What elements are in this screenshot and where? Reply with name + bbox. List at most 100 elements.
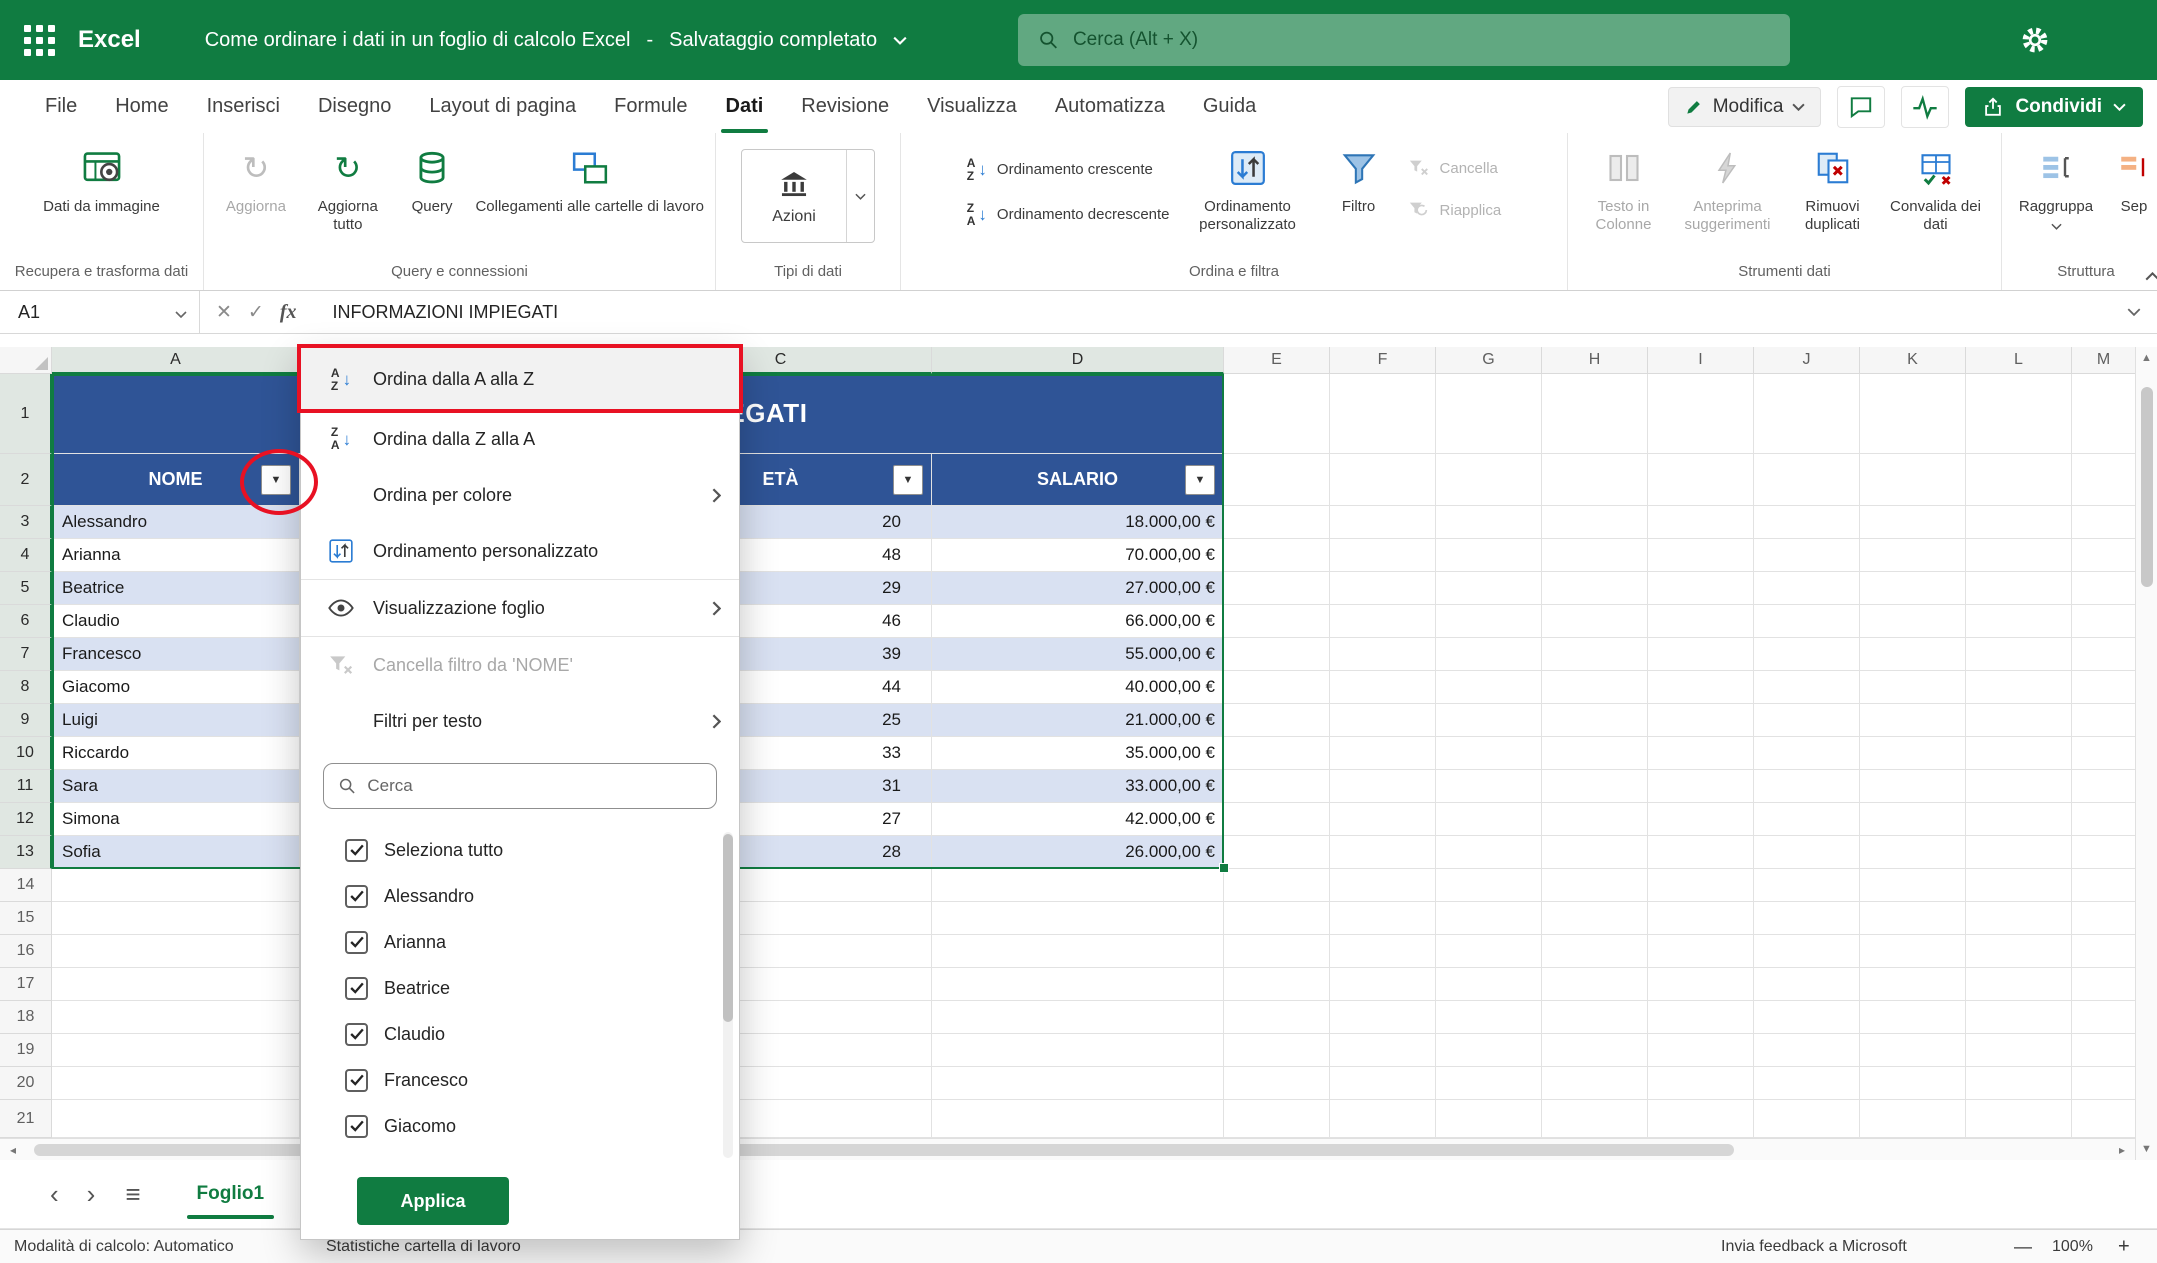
checkbox-alessandro[interactable]: Alessandro — [301, 873, 739, 919]
cell[interactable] — [52, 902, 300, 935]
cell-salario[interactable]: 33.000,00 € — [932, 770, 1224, 803]
scroll-left-icon[interactable]: ◂ — [0, 1143, 26, 1157]
empty-cells[interactable] — [1224, 902, 2135, 935]
row-header-4[interactable]: 4 — [0, 539, 52, 572]
cell[interactable] — [932, 935, 1224, 968]
convalida-dati-button[interactable]: Convalida dei dati — [1880, 139, 1992, 235]
settings-button[interactable] — [2014, 20, 2056, 60]
rimuovi-duplicati-button[interactable]: Rimuovi duplicati — [1786, 139, 1880, 235]
empty-cells[interactable] — [1224, 968, 2135, 1001]
empty-cells[interactable] — [1224, 803, 2135, 836]
cell[interactable] — [932, 1034, 1224, 1067]
empty-cells[interactable] — [1224, 836, 2135, 869]
filtro-button[interactable]: Filtro — [1318, 139, 1400, 218]
row-header-13[interactable]: 13 — [0, 836, 52, 869]
row-header-11[interactable]: 11 — [0, 770, 52, 803]
dati-da-immagine-button[interactable]: Dati da immagine — [27, 139, 177, 218]
app-launcher-button[interactable] — [0, 0, 78, 80]
prev-sheet-button[interactable]: ‹ — [36, 1181, 73, 1207]
menu-item-sheet-view[interactable]: Visualizzazione foglio — [301, 580, 739, 636]
filter-search-box[interactable] — [323, 763, 717, 809]
scroll-down-icon[interactable]: ▼ — [2136, 1138, 2157, 1160]
row-header-21[interactable]: 21 — [0, 1100, 52, 1138]
cell-nome[interactable]: Beatrice — [52, 572, 300, 605]
column-header-h[interactable]: H — [1542, 347, 1648, 374]
top-search-box[interactable] — [1018, 14, 1790, 66]
empty-cells[interactable] — [1224, 572, 2135, 605]
riapplica-filtro-button[interactable]: Riapplica — [1400, 197, 1510, 223]
zoom-in-button[interactable]: + — [2118, 1235, 2130, 1258]
empty-cells[interactable] — [1224, 704, 2135, 737]
row-header-20[interactable]: 20 — [0, 1067, 52, 1100]
calc-mode-status[interactable]: Modalità di calcolo: Automatico — [14, 1238, 234, 1256]
cell-nome[interactable]: Luigi — [52, 704, 300, 737]
row-header-1[interactable]: 1 — [0, 374, 52, 454]
empty-cells[interactable] — [1224, 374, 2135, 454]
menu-item-sort-za[interactable]: ZA↓ Ordina dalla Z alla A — [301, 411, 739, 467]
empty-cells[interactable] — [1224, 539, 2135, 572]
cell-salario[interactable]: 66.000,00 € — [932, 605, 1224, 638]
anteprima-suggerimenti-button[interactable]: Anteprima suggerimenti — [1670, 139, 1786, 235]
cell-nome[interactable]: Simona — [52, 803, 300, 836]
empty-cells[interactable] — [1224, 638, 2135, 671]
raggruppa-button[interactable]: Raggruppa — [2008, 139, 2104, 232]
column-header-d[interactable]: D — [932, 347, 1224, 374]
cell[interactable] — [932, 902, 1224, 935]
menu-item-sort-by-color[interactable]: Ordina per colore — [301, 467, 739, 523]
cell-nome[interactable]: Alessandro — [52, 506, 300, 539]
aggiorna-tutto-button[interactable]: ↻ Aggiorna tutto — [302, 139, 394, 235]
azioni-dropdown-arrow[interactable] — [846, 150, 874, 242]
cell[interactable] — [932, 968, 1224, 1001]
cell-salario[interactable]: 35.000,00 € — [932, 737, 1224, 770]
menu-item-custom-sort[interactable]: Ordinamento personalizzato — [301, 523, 739, 579]
filter-search-input[interactable] — [367, 776, 702, 796]
tab-revisione[interactable]: Revisione — [782, 80, 908, 133]
azioni-dropdown[interactable]: Azioni — [741, 149, 875, 243]
cell-salario[interactable]: 27.000,00 € — [932, 572, 1224, 605]
column-header-l[interactable]: L — [1966, 347, 2072, 374]
cell[interactable] — [52, 1001, 300, 1034]
column-header-m[interactable]: M — [2072, 347, 2135, 374]
cell-nome[interactable]: Sofia — [52, 836, 300, 869]
eta-filter-button[interactable]: ▼ — [893, 465, 923, 495]
query-button[interactable]: Query — [394, 139, 471, 218]
cell[interactable] — [932, 1067, 1224, 1100]
cell[interactable] — [932, 1001, 1224, 1034]
cell-salario[interactable]: 26.000,00 € — [932, 836, 1224, 869]
empty-cells[interactable] — [1224, 770, 2135, 803]
row-header-15[interactable]: 15 — [0, 902, 52, 935]
column-header-i[interactable]: I — [1648, 347, 1754, 374]
next-sheet-button[interactable]: › — [73, 1181, 110, 1207]
select-all-corner[interactable] — [0, 347, 52, 374]
checkbox-claudio[interactable]: Claudio — [301, 1011, 739, 1057]
comments-button[interactable] — [1837, 86, 1885, 128]
cell[interactable] — [932, 869, 1224, 902]
vertical-scroll-thumb[interactable] — [2141, 387, 2153, 587]
formula-input[interactable]: INFORMAZIONI IMPIEGATI — [313, 291, 2111, 333]
tab-guida[interactable]: Guida — [1184, 80, 1275, 133]
workbook-stats-button[interactable]: Statistiche cartella di lavoro — [326, 1238, 521, 1256]
empty-cells[interactable] — [1224, 454, 2135, 506]
tab-dati[interactable]: Dati — [707, 80, 783, 133]
column-header-k[interactable]: K — [1860, 347, 1966, 374]
column-header-f[interactable]: F — [1330, 347, 1436, 374]
selection-fill-handle[interactable] — [1219, 863, 1229, 873]
name-box[interactable]: A1 — [0, 291, 200, 333]
row-header-16[interactable]: 16 — [0, 935, 52, 968]
row-header-14[interactable]: 14 — [0, 869, 52, 902]
empty-cells[interactable] — [1224, 605, 2135, 638]
row-header-7[interactable]: 7 — [0, 638, 52, 671]
row-header-5[interactable]: 5 — [0, 572, 52, 605]
header-cell-salario[interactable]: SALARIO ▼ — [932, 454, 1224, 506]
expand-formula-bar-button[interactable] — [2111, 291, 2157, 333]
cell[interactable] — [52, 968, 300, 1001]
cell-salario[interactable]: 42.000,00 € — [932, 803, 1224, 836]
empty-cells[interactable] — [1224, 1001, 2135, 1034]
checkbox-seleziona-tutto[interactable]: Seleziona tutto — [301, 827, 739, 873]
aggiorna-button[interactable]: ↻ Aggiorna — [210, 139, 302, 218]
activity-button[interactable] — [1901, 86, 1949, 128]
empty-cells[interactable] — [1224, 1100, 2135, 1138]
row-header-17[interactable]: 17 — [0, 968, 52, 1001]
tab-disegno[interactable]: Disegno — [299, 80, 410, 133]
insert-function-icon[interactable]: fx — [280, 301, 297, 324]
